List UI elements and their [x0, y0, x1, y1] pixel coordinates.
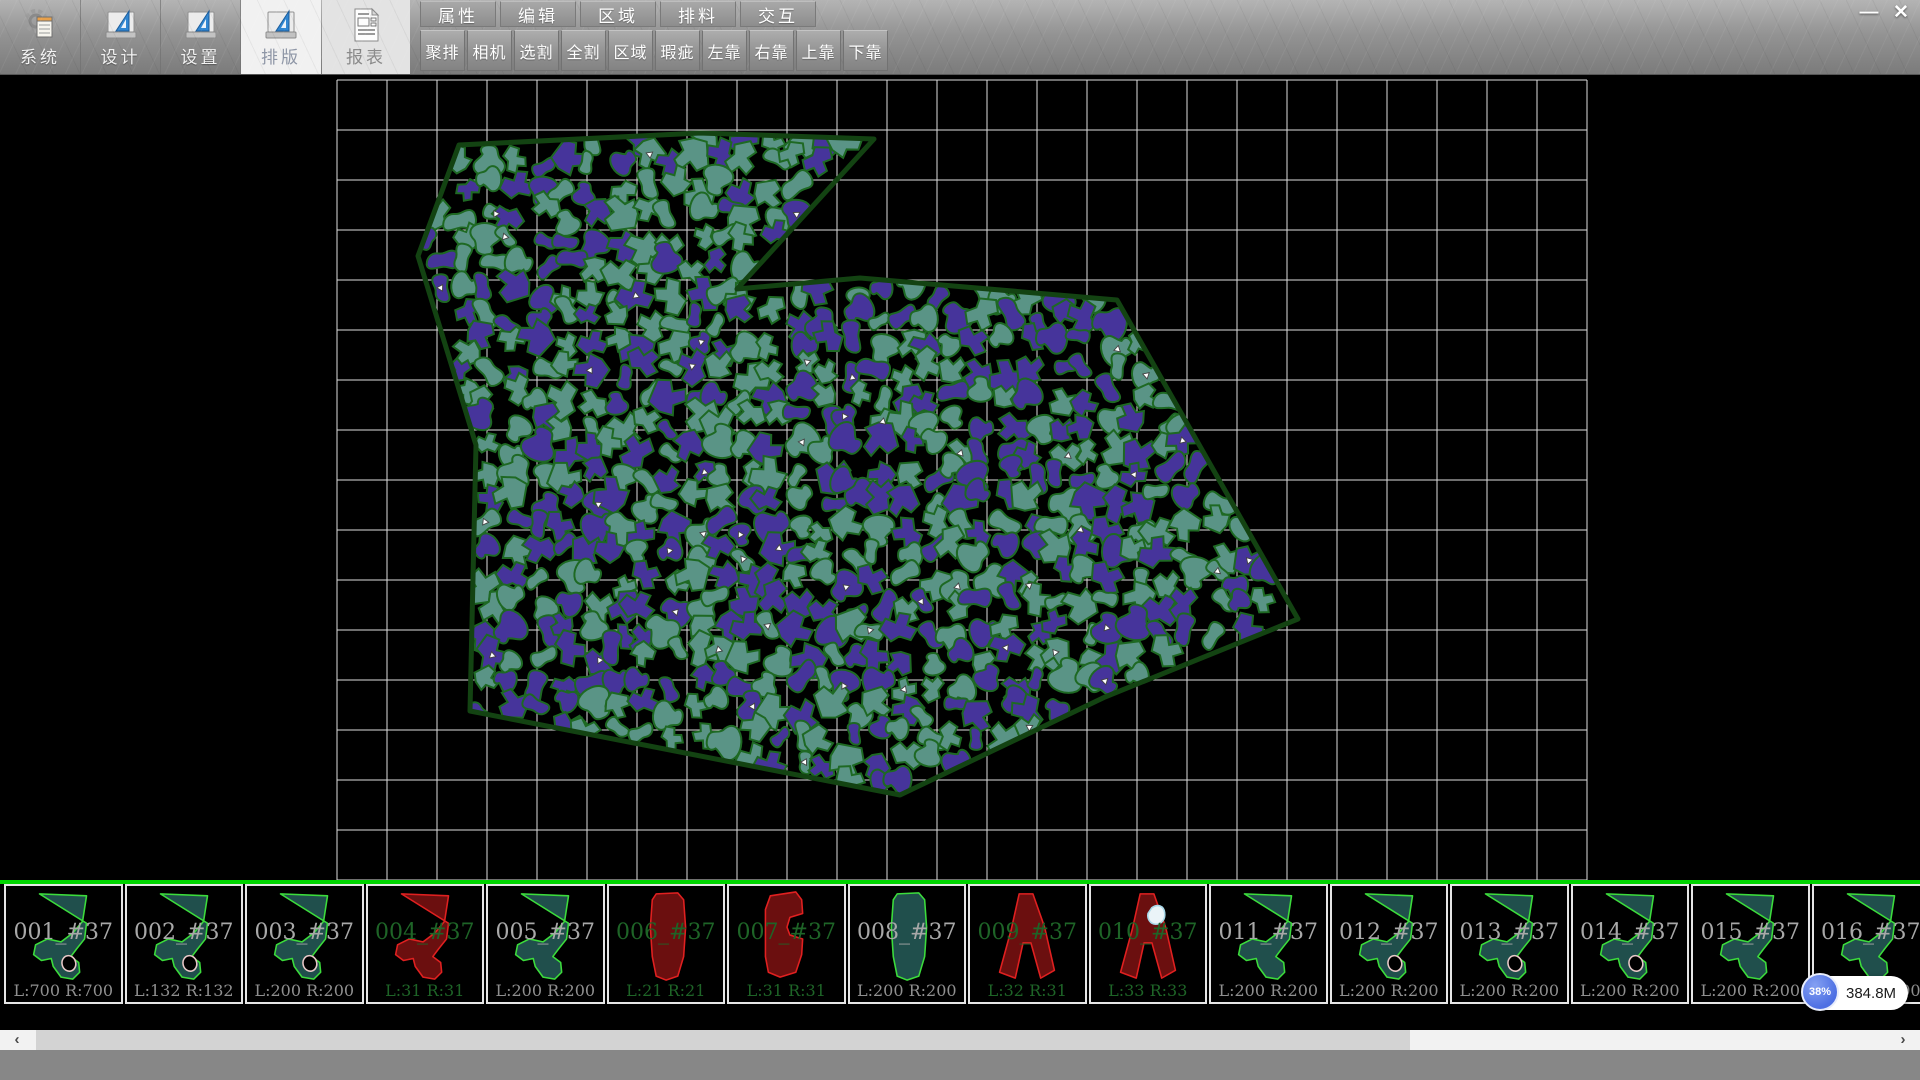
scroll-left-icon[interactable]: ‹	[0, 1030, 34, 1050]
part-count-label: L:200 R:200	[1211, 981, 1326, 1000]
scrollbar-thumb[interactable]	[36, 1030, 1410, 1050]
tool-button-8[interactable]: 右靠	[749, 30, 794, 71]
menu-tab-bar: 属性编辑区域排料交互	[420, 1, 816, 28]
parts-panel: 001_#37 L:700 R:700 002_#37 L:132 R:132 …	[0, 880, 1920, 1004]
tool-button-1[interactable]: 聚排	[420, 30, 465, 71]
tool-button-bar: 聚排相机选割全割区域瑕疵左靠右靠上靠下靠	[420, 30, 888, 72]
main-button-label: 系统	[0, 43, 80, 68]
part-thumbnail-004_#37[interactable]: 004_#37 L:31 R:31	[366, 884, 485, 1004]
part-thumbnail-002_#37[interactable]: 002_#37 L:132 R:132	[125, 884, 244, 1004]
part-thumbnail-007_#37[interactable]: 007_#37 L:31 R:31	[727, 884, 846, 1004]
part-id-label: 008_#37	[850, 920, 965, 945]
part-thumbnail-003_#37[interactable]: 003_#37 L:200 R:200	[245, 884, 364, 1004]
main-button-system[interactable]: 系统	[0, 0, 81, 74]
tool-button-7[interactable]: 左靠	[702, 30, 747, 71]
menu-tab-1[interactable]: 属性	[420, 1, 496, 27]
tool-button-10[interactable]: 下靠	[843, 30, 888, 71]
toolbar: 系统 设计 设置 排版 报表 属性编辑区域排料交互 聚排相机选割全割区域瑕疵左靠…	[0, 0, 1920, 75]
part-thumbnail-005_#37[interactable]: 005_#37 L:200 R:200	[486, 884, 605, 1004]
part-id-label: 010_#37	[1091, 920, 1206, 945]
part-count-label: L:200 R:200	[1452, 981, 1567, 1000]
layout-ruler-icon	[263, 5, 299, 45]
main-button-label: 排版	[241, 43, 321, 68]
part-count-label: L:21 R:21	[609, 981, 724, 1000]
part-id-label: 006_#37	[609, 920, 724, 945]
tool-button-9[interactable]: 上靠	[796, 30, 841, 71]
close-button[interactable]: ✕	[1888, 1, 1914, 25]
design-ruler-icon	[103, 5, 139, 45]
window-controls: — ✕	[1856, 1, 1914, 25]
main-button-label: 报表	[322, 43, 410, 68]
part-id-label: 016_#37	[1814, 920, 1920, 945]
system-gear-icon	[22, 5, 58, 45]
main-button-label: 设置	[161, 43, 240, 68]
part-count-label: L:200 R:200	[1332, 981, 1447, 1000]
tool-button-2[interactable]: 相机	[467, 30, 512, 71]
part-count-label: L:31 R:31	[368, 981, 483, 1000]
part-id-label: 007_#37	[729, 920, 844, 945]
report-doc-icon	[348, 5, 384, 45]
settings-ruler-icon	[183, 5, 219, 45]
part-thumbnail-013_#37[interactable]: 013_#37 L:200 R:200	[1450, 884, 1569, 1004]
part-id-label: 001_#37	[6, 920, 121, 945]
nesting-canvas[interactable]	[0, 74, 1920, 880]
part-count-label: L:132 R:132	[127, 981, 242, 1000]
menu-tab-4[interactable]: 排料	[660, 1, 736, 27]
part-count-label: L:33 R:33	[1091, 981, 1206, 1000]
horizontal-scrollbar[interactable]: ‹ ›	[0, 1030, 1920, 1050]
nested-parts	[416, 120, 1288, 796]
part-count-label: L:200 R:200	[1573, 981, 1688, 1000]
status-bar	[0, 1050, 1920, 1080]
part-count-label: L:200 R:200	[247, 981, 362, 1000]
menu-tab-5[interactable]: 交互	[740, 1, 816, 27]
part-count-label: L:200 R:200	[850, 981, 965, 1000]
main-button-report[interactable]: 报表	[322, 0, 410, 74]
progress-badge: 38%	[1801, 973, 1839, 1011]
part-id-label: 009_#37	[970, 920, 1085, 945]
tool-button-4[interactable]: 全割	[561, 30, 606, 71]
scroll-right-icon[interactable]: ›	[1886, 1030, 1920, 1050]
part-id-label: 003_#37	[247, 920, 362, 945]
part-thumbnail-001_#37[interactable]: 001_#37 L:700 R:700	[4, 884, 123, 1004]
part-id-label: 014_#37	[1573, 920, 1688, 945]
part-count-label: L:200 R:200	[1693, 981, 1808, 1000]
main-button-design[interactable]: 设计	[81, 0, 161, 74]
minimize-button[interactable]: —	[1856, 1, 1882, 25]
part-thumbnail-011_#37[interactable]: 011_#37 L:200 R:200	[1209, 884, 1328, 1004]
part-thumbnail-009_#37[interactable]: 009_#37 L:32 R:31	[968, 884, 1087, 1004]
nesting-canvas-svg	[0, 74, 1920, 880]
menu-tab-2[interactable]: 编辑	[500, 1, 576, 27]
tool-button-5[interactable]: 区域	[608, 30, 653, 71]
part-id-label: 002_#37	[127, 920, 242, 945]
main-button-settings[interactable]: 设置	[161, 0, 241, 74]
part-count-label: L:32 R:31	[970, 981, 1085, 1000]
part-thumbnail-006_#37[interactable]: 006_#37 L:21 R:21	[607, 884, 726, 1004]
part-id-label: 013_#37	[1452, 920, 1567, 945]
main-button-layout[interactable]: 排版	[241, 0, 321, 74]
menu-tab-3[interactable]: 区域	[580, 1, 656, 27]
part-count-label: L:700 R:700	[6, 981, 121, 1000]
part-id-label: 004_#37	[368, 920, 483, 945]
memory-status: 38% 384.8M	[1803, 976, 1908, 1010]
part-count-label: L:200 R:200	[488, 981, 603, 1000]
tool-button-3[interactable]: 选割	[514, 30, 559, 71]
part-id-label: 015_#37	[1693, 920, 1808, 945]
memory-value: 384.8M	[1846, 985, 1896, 1002]
part-id-label: 012_#37	[1332, 920, 1447, 945]
part-thumbnail-012_#37[interactable]: 012_#37 L:200 R:200	[1330, 884, 1449, 1004]
main-button-label: 设计	[81, 43, 160, 68]
part-id-label: 011_#37	[1211, 920, 1326, 945]
tool-button-6[interactable]: 瑕疵	[655, 30, 700, 71]
progress-value: 38%	[1809, 986, 1831, 998]
part-thumbnail-014_#37[interactable]: 014_#37 L:200 R:200	[1571, 884, 1690, 1004]
part-thumbnail-008_#37[interactable]: 008_#37 L:200 R:200	[848, 884, 967, 1004]
part-thumbnail-015_#37[interactable]: 015_#37 L:200 R:200	[1691, 884, 1810, 1004]
part-count-label: L:31 R:31	[729, 981, 844, 1000]
part-id-label: 005_#37	[488, 920, 603, 945]
part-thumbnail-010_#37[interactable]: 010_#37 L:33 R:33	[1089, 884, 1208, 1004]
